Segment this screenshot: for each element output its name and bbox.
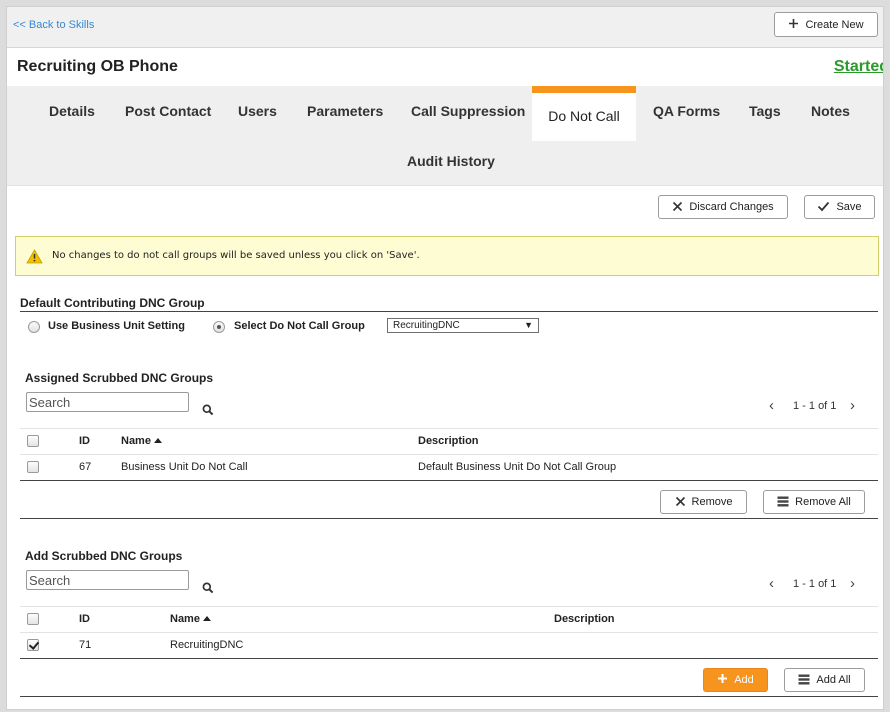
skill-editor-panel: << Back to Skills Create New Recruiting … xyxy=(6,6,884,710)
discard-changes-label: Discard Changes xyxy=(689,201,774,213)
row-id: 71 xyxy=(79,639,92,651)
list-icon xyxy=(777,496,789,509)
close-icon xyxy=(675,496,686,509)
tab-do-not-call-label: Do Not Call xyxy=(548,108,620,124)
add-col-id[interactable]: ID xyxy=(79,613,90,625)
list-icon xyxy=(798,674,810,687)
tab-call-suppression[interactable]: Call Suppression xyxy=(411,103,525,119)
remove-button[interactable]: Remove xyxy=(660,490,747,514)
table-header-divider xyxy=(20,428,878,429)
plus-icon xyxy=(788,18,799,31)
add-select-all-checkbox[interactable] xyxy=(27,613,39,625)
dnc-group-select-value: RecruitingDNC xyxy=(393,320,460,331)
assigned-col-name[interactable]: Name xyxy=(121,435,162,447)
assigned-col-description[interactable]: Description xyxy=(418,435,479,447)
close-icon xyxy=(672,201,683,214)
assigned-groups-heading: Assigned Scrubbed DNC Groups xyxy=(25,371,214,385)
default-dnc-group-heading: Default Contributing DNC Group xyxy=(20,296,205,310)
tab-tags[interactable]: Tags xyxy=(749,103,781,119)
row-name: Business Unit Do Not Call xyxy=(121,461,248,473)
assigned-col-name-label: Name xyxy=(121,435,151,447)
row-id: 67 xyxy=(79,461,92,473)
tab-qa-forms[interactable]: QA Forms xyxy=(653,103,720,119)
select-dnc-group-radio[interactable] xyxy=(213,321,225,333)
previous-page-icon[interactable]: ‹ xyxy=(769,398,774,413)
tab-post-contact[interactable]: Post Contact xyxy=(125,103,211,119)
row-description: Default Business Unit Do Not Call Group xyxy=(418,461,617,473)
search-icon[interactable] xyxy=(202,582,214,597)
sort-ascending-icon xyxy=(153,438,162,443)
divider xyxy=(20,658,878,659)
tab-audit-history[interactable]: Audit History xyxy=(407,153,495,169)
plus-icon xyxy=(717,672,728,688)
row-checkbox[interactable] xyxy=(27,461,39,473)
sort-ascending-icon xyxy=(202,616,211,621)
assigned-col-id[interactable]: ID xyxy=(79,435,90,447)
add-col-name-label: Name xyxy=(170,613,200,625)
add-groups-heading: Add Scrubbed DNC Groups xyxy=(25,549,183,563)
use-business-unit-radio[interactable] xyxy=(28,321,40,333)
top-bar: << Back to Skills Create New xyxy=(7,7,883,48)
add-search-input[interactable] xyxy=(26,570,189,590)
divider xyxy=(20,480,878,481)
title-row: Recruiting OB Phone Started xyxy=(7,48,883,86)
table-row-divider xyxy=(20,632,878,633)
row-name: RecruitingDNC xyxy=(170,639,244,651)
add-pager-range: 1 - 1 of 1 xyxy=(793,578,837,590)
tab-parameters[interactable]: Parameters xyxy=(307,103,383,119)
assigned-select-all-checkbox[interactable] xyxy=(27,435,39,447)
checkmark-icon xyxy=(817,201,830,214)
tab-do-not-call[interactable]: Do Not Call xyxy=(532,86,636,141)
remove-all-button[interactable]: Remove All xyxy=(763,490,865,514)
dnc-group-select[interactable]: RecruitingDNC ▼ xyxy=(387,318,539,333)
table-row-divider xyxy=(20,454,878,455)
warning-text: No changes to do not call groups will be… xyxy=(52,250,420,261)
add-col-name[interactable]: Name xyxy=(170,613,211,625)
select-dnc-group-label: Select Do Not Call Group xyxy=(234,320,365,332)
next-page-icon[interactable]: › xyxy=(850,398,855,413)
create-new-label: Create New xyxy=(805,18,864,31)
save-button[interactable]: Save xyxy=(804,195,875,219)
add-all-label: Add All xyxy=(816,674,851,686)
tab-bar: Details Post Contact Users Parameters Ca… xyxy=(7,86,883,186)
divider xyxy=(20,518,878,519)
use-business-unit-label: Use Business Unit Setting xyxy=(48,320,185,332)
remove-label: Remove xyxy=(691,496,733,508)
remove-all-label: Remove All xyxy=(795,496,851,508)
warning-icon xyxy=(26,249,43,267)
previous-page-icon[interactable]: ‹ xyxy=(769,576,774,591)
unsaved-warning-banner: No changes to do not call groups will be… xyxy=(15,236,879,276)
divider xyxy=(20,311,878,312)
save-label: Save xyxy=(836,201,862,213)
add-label: Add xyxy=(734,674,754,686)
page-title: Recruiting OB Phone xyxy=(17,58,178,75)
divider xyxy=(20,696,878,697)
status-link[interactable]: Started xyxy=(834,58,883,76)
assigned-search-input[interactable] xyxy=(26,392,189,412)
next-page-icon[interactable]: › xyxy=(850,576,855,591)
table-header-divider xyxy=(20,606,878,607)
tab-details[interactable]: Details xyxy=(49,103,95,119)
assigned-pager-range: 1 - 1 of 1 xyxy=(793,400,837,412)
add-all-button[interactable]: Add All xyxy=(784,668,865,692)
caret-down-icon: ▼ xyxy=(524,320,533,330)
back-to-skills-link[interactable]: << Back to Skills xyxy=(13,19,94,31)
row-checkbox[interactable] xyxy=(27,639,39,651)
tab-users[interactable]: Users xyxy=(238,103,277,119)
add-button[interactable]: Add xyxy=(703,668,768,692)
add-col-description[interactable]: Description xyxy=(554,613,615,625)
create-new-button[interactable]: Create New xyxy=(774,12,878,37)
tab-notes[interactable]: Notes xyxy=(811,103,850,119)
search-icon[interactable] xyxy=(202,404,214,419)
discard-changes-button[interactable]: Discard Changes xyxy=(658,195,788,219)
